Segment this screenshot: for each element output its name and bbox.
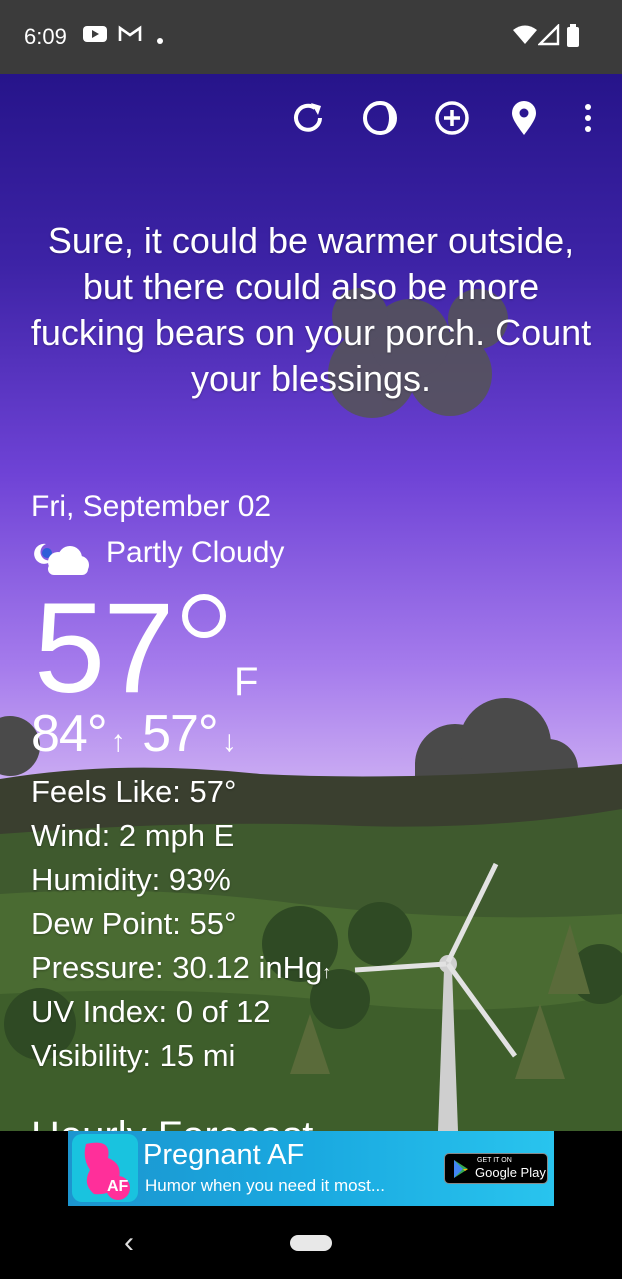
temperature-unit: F <box>234 660 259 704</box>
condition-text: Partly Cloudy <box>106 536 285 569</box>
weather-quote: Sure, it could be warmer outside, but th… <box>30 220 592 399</box>
dot-icon <box>156 32 164 50</box>
google-play-badge[interactable]: GET IT ON Google Play <box>444 1153 548 1184</box>
moon-phase-icon <box>363 101 397 135</box>
arrow-up-icon: ↑ <box>110 725 126 758</box>
ad-app-logo: AF <box>72 1134 138 1202</box>
ad-banner[interactable]: AF Pregnant AF Humor when you need it mo… <box>68 1131 554 1206</box>
more-vert-icon <box>585 104 591 132</box>
add-location-button[interactable] <box>430 96 474 140</box>
detail-wind: Wind: 2 mph E <box>31 818 235 853</box>
gmail-icon <box>118 24 142 49</box>
ad-logo-text: AF <box>107 1178 129 1195</box>
degree-symbol <box>182 594 226 638</box>
location-pin-button[interactable] <box>502 96 546 140</box>
signal-icon <box>537 23 560 51</box>
navigation-bar: ‹ <box>0 1206 622 1279</box>
refresh-icon <box>294 103 322 132</box>
ad-subtitle: Humor when you need it most... <box>145 1176 386 1195</box>
wifi-icon <box>512 24 538 51</box>
detail-dew-point: Dew Point: 55° <box>31 906 237 941</box>
battery-icon <box>566 24 580 53</box>
pressure-value: Pressure: 30.12 inHg <box>31 950 323 985</box>
pressure-rising-icon: ↑ <box>322 962 332 982</box>
forecast-date: Fri, September 02 <box>31 490 272 523</box>
high-temperature: 84° <box>31 705 108 763</box>
home-button[interactable] <box>290 1235 332 1251</box>
badge-small-text: GET IT ON <box>477 1157 512 1164</box>
current-temperature: 57 <box>34 577 174 720</box>
more-options-button[interactable] <box>566 96 610 140</box>
badge-big-text: Google Play <box>475 1165 546 1180</box>
add-location-icon <box>435 101 469 135</box>
status-bar: 6:09 <box>0 0 622 74</box>
location-pin-icon <box>512 101 536 135</box>
play-store-icon <box>454 1160 468 1178</box>
weather-scene: Sure, it could be warmer outside, but th… <box>0 74 622 1131</box>
detail-uv-index: UV Index: 0 of 12 <box>31 994 271 1029</box>
detail-visibility: Visibility: 15 mi <box>31 1038 236 1073</box>
back-button[interactable]: ‹ <box>124 1228 134 1258</box>
hourly-forecast-heading: Hourly Forecast <box>31 1114 313 1131</box>
status-time: 6:09 <box>24 24 67 49</box>
arrow-down-icon: ↓ <box>221 725 237 758</box>
detail-pressure: Pressure: 30.12 inHg↑ <box>31 950 331 986</box>
refresh-button[interactable] <box>286 96 330 140</box>
moon-phase-button[interactable] <box>358 96 402 140</box>
detail-humidity: Humidity: 93% <box>31 862 231 897</box>
youtube-icon <box>82 24 108 49</box>
ad-title: Pregnant AF <box>143 1139 305 1171</box>
low-temperature: 57° <box>142 705 219 763</box>
detail-feels-like: Feels Like: 57° <box>31 774 237 809</box>
high-low-temperatures: 84° ↑ 57° ↓ <box>31 705 237 770</box>
